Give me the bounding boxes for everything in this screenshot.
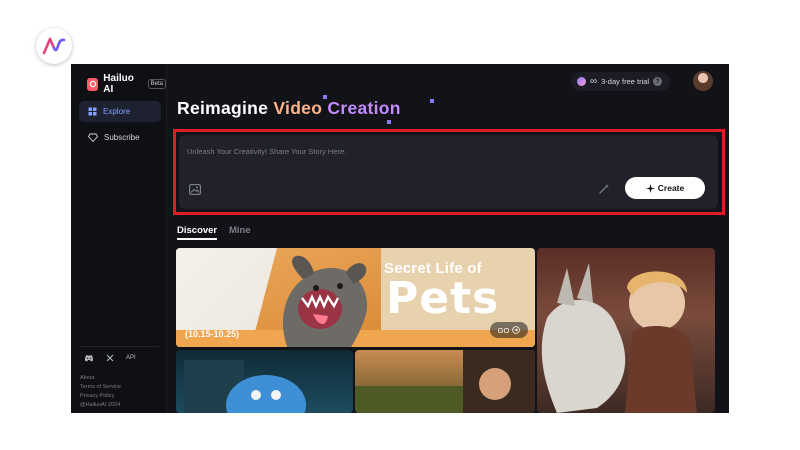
prompt-highlight-frame	[173, 129, 725, 215]
hailuo-logo-icon	[87, 77, 99, 91]
app-window: Hailuo AI Beta Explore Subscribe API Abo…	[71, 64, 729, 413]
video-card-landscape[interactable]	[355, 350, 535, 413]
api-link[interactable]: API	[126, 355, 136, 361]
x-icon[interactable]	[106, 354, 114, 362]
tab-mine[interactable]: Mine	[229, 225, 251, 236]
decor-dot	[323, 95, 327, 99]
boy-dragon-thumbnail	[541, 263, 697, 413]
brand-name: Hailuo AI	[103, 73, 134, 95]
footer-links: About Terms of Service Privacy Policy @H…	[80, 375, 121, 409]
title-word-video: Video	[273, 98, 323, 118]
corner-logo	[36, 28, 72, 64]
landscape-thumbnail	[355, 350, 535, 413]
title-word-reimagine: Reimagine	[177, 98, 269, 118]
sidebar: Hailuo AI Beta Explore Subscribe API Abo…	[71, 64, 167, 413]
footer-link-about[interactable]: About	[80, 375, 121, 382]
go-button[interactable]: GO	[490, 322, 528, 338]
page-title: Reimagine Video Creation	[177, 98, 401, 119]
footer-link-privacy[interactable]: Privacy Policy	[80, 393, 121, 400]
dog-illustration	[283, 255, 367, 347]
featured-date: (10.15-10.25)	[185, 329, 240, 339]
sidebar-item-label: Explore	[103, 107, 131, 116]
infinity-icon: ∞	[590, 76, 598, 87]
footer-link-terms[interactable]: Terms of Service	[80, 384, 121, 391]
sidebar-item-explore[interactable]: Explore	[79, 101, 161, 122]
featured-title: Pets	[386, 273, 500, 324]
avatar[interactable]	[693, 71, 713, 91]
sidebar-item-label: Subscribe	[104, 133, 140, 142]
explore-icon	[88, 107, 97, 116]
arrow-right-circle-icon	[512, 326, 521, 334]
featured-pets-card[interactable]: Secret Life of Pets (10.15-10.25) GO	[176, 248, 535, 347]
beta-badge: Beta	[147, 79, 166, 89]
decor-dot	[430, 99, 434, 103]
title-word-creation: Creation	[327, 98, 401, 118]
sidebar-divider	[79, 346, 159, 347]
active-tab-underline	[177, 238, 217, 240]
footer-copyright: @HailuoAI 2024	[80, 402, 121, 408]
sidebar-item-subscribe[interactable]: Subscribe	[79, 127, 161, 148]
social-links: API	[84, 354, 136, 362]
subscribe-gem-icon	[88, 133, 98, 142]
blue-cat-thumbnail	[184, 360, 306, 413]
free-trial-pill[interactable]: ∞ 3-day free trial ?	[571, 72, 671, 91]
decor-dot	[387, 120, 391, 124]
trial-toggle-icon	[577, 77, 586, 86]
tab-discover[interactable]: Discover	[177, 225, 217, 236]
discord-icon[interactable]	[84, 354, 94, 362]
go-label: GO	[497, 325, 510, 335]
help-icon[interactable]: ?	[653, 77, 663, 86]
logo-icon	[42, 37, 66, 55]
trial-label: 3-day free trial	[601, 77, 650, 86]
video-card-blue-cat[interactable]	[176, 350, 353, 413]
brand[interactable]: Hailuo AI Beta	[87, 73, 166, 95]
video-card-boy-dragon[interactable]	[537, 248, 715, 413]
